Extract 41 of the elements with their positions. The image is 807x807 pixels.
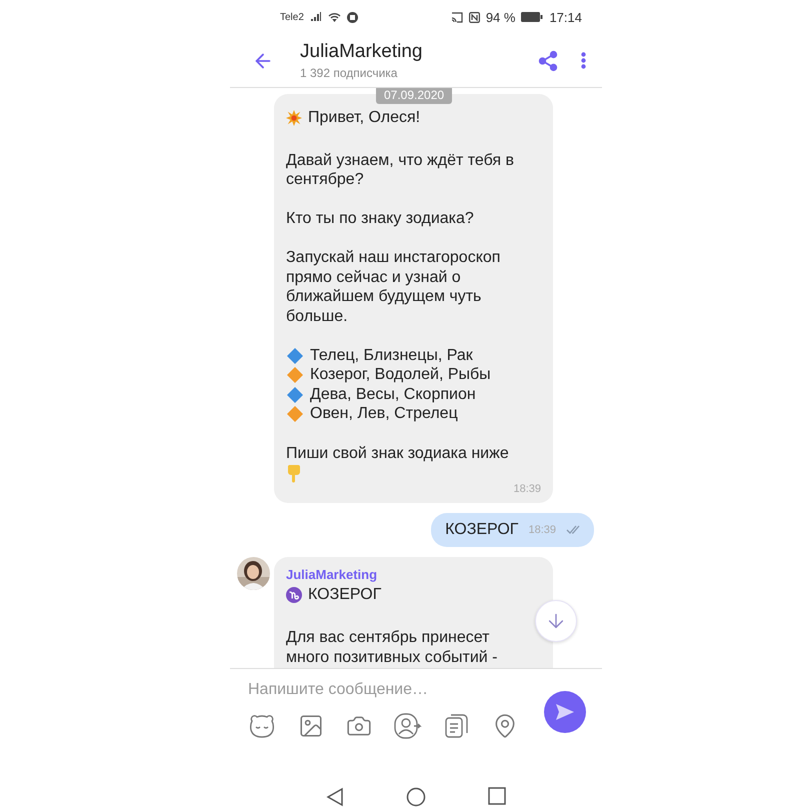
sender-name: JuliaMarketing	[286, 567, 378, 582]
zodiac-group-text: Козерог, Водолей, Рыбы	[310, 365, 491, 385]
battery-percent: 94 %	[486, 10, 516, 25]
post-title: КОЗЕРОГ	[286, 585, 529, 609]
channel-title: JuliaMarketing	[300, 41, 424, 64]
gallery-button[interactable]	[298, 713, 324, 740]
signal-icon	[310, 12, 322, 22]
nfc-icon	[468, 12, 480, 23]
subscriber-count: 1 392 подписчика	[300, 66, 398, 80]
zodiac-group-text: Овен, Лев, Стрелец	[310, 404, 458, 424]
recents-nav-icon[interactable]	[488, 787, 506, 806]
zodiac-group-text: Телец, Близнецы, Рак	[310, 346, 473, 366]
battery-icon	[521, 12, 544, 22]
carrier-name: Tele2	[280, 12, 304, 23]
message-text: Давай узнаем, что ждёт тебя в сентябре?	[286, 150, 516, 190]
home-nav-icon[interactable]	[406, 787, 426, 807]
message-text: Пиши свой знак зодиака ниже	[286, 444, 510, 464]
message-time: 18:39	[528, 524, 556, 536]
more-icon	[581, 52, 586, 70]
send-icon	[555, 703, 575, 722]
pointing-down-hand-icon	[286, 463, 302, 484]
wifi-icon	[328, 12, 341, 22]
documents-button[interactable]	[444, 713, 470, 740]
cast-icon	[450, 12, 463, 23]
share-contact-button[interactable]	[394, 713, 422, 740]
clock-time: 17:14	[549, 10, 582, 25]
bear-sticker-button[interactable]	[248, 713, 276, 740]
back-nav-icon[interactable]	[326, 787, 344, 807]
explosion-icon	[286, 110, 302, 126]
capricorn-icon	[286, 587, 302, 604]
message-text: Привет, Олеся!	[286, 108, 541, 132]
message-text: Кто ты по знаку зодиака?	[286, 209, 475, 229]
date-badge: 07.09.2020	[376, 88, 452, 104]
send-button[interactable]	[544, 691, 586, 734]
share-icon	[537, 50, 559, 72]
notification-icon	[346, 12, 358, 23]
message-time: 18:39	[513, 483, 541, 496]
message-text: КОЗЕРОГ	[445, 521, 518, 540]
zodiac-group-text: Дева, Весы, Скорпион	[310, 384, 476, 404]
message-text: Для вас сентябрь принесет много позитивных событий -	[286, 628, 498, 668]
message-text: Запускай наш инстагороскоп прямо сейчас и узнай о ближайшем будущем чуть больше.	[286, 248, 502, 326]
